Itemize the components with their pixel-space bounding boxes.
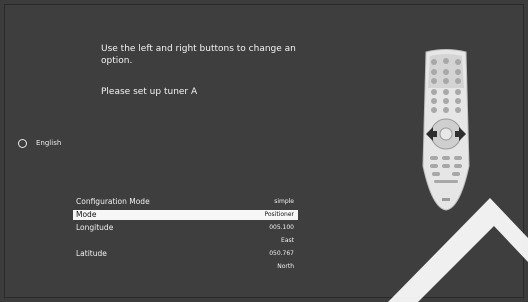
latitude-row[interactable]: Latitude 050.767 bbox=[73, 249, 298, 259]
mode-row[interactable]: Mode Positioner bbox=[73, 210, 298, 220]
latitude-direction-row[interactable]: North bbox=[73, 262, 298, 272]
setting-value: East bbox=[281, 237, 294, 244]
setting-value: simple bbox=[274, 198, 294, 205]
remote-control-icon bbox=[422, 49, 470, 211]
setting-value: 050.767 bbox=[269, 250, 294, 257]
setting-value: North bbox=[277, 263, 294, 270]
setting-label: Configuration Mode bbox=[76, 197, 150, 206]
setting-label: Mode bbox=[76, 210, 97, 219]
language-label: English bbox=[36, 139, 62, 147]
setting-label: Latitude bbox=[76, 249, 107, 258]
instruction-text: Use the left and right buttons to change… bbox=[101, 44, 296, 66]
config-mode-row[interactable]: Configuration Mode simple bbox=[73, 197, 298, 207]
setting-label: Longitude bbox=[76, 223, 114, 232]
setting-value: Positioner bbox=[264, 211, 294, 218]
tuner-setup-text: Please set up tuner A bbox=[101, 87, 198, 97]
longitude-direction-row[interactable]: East bbox=[73, 236, 298, 246]
language-option[interactable]: English bbox=[18, 137, 61, 149]
longitude-row[interactable]: Longitude 005.100 bbox=[73, 223, 298, 233]
setting-value: 005.100 bbox=[269, 224, 294, 231]
tv-setup-screen: Use the left and right buttons to change… bbox=[0, 0, 528, 302]
radio-button-icon[interactable] bbox=[18, 138, 27, 148]
